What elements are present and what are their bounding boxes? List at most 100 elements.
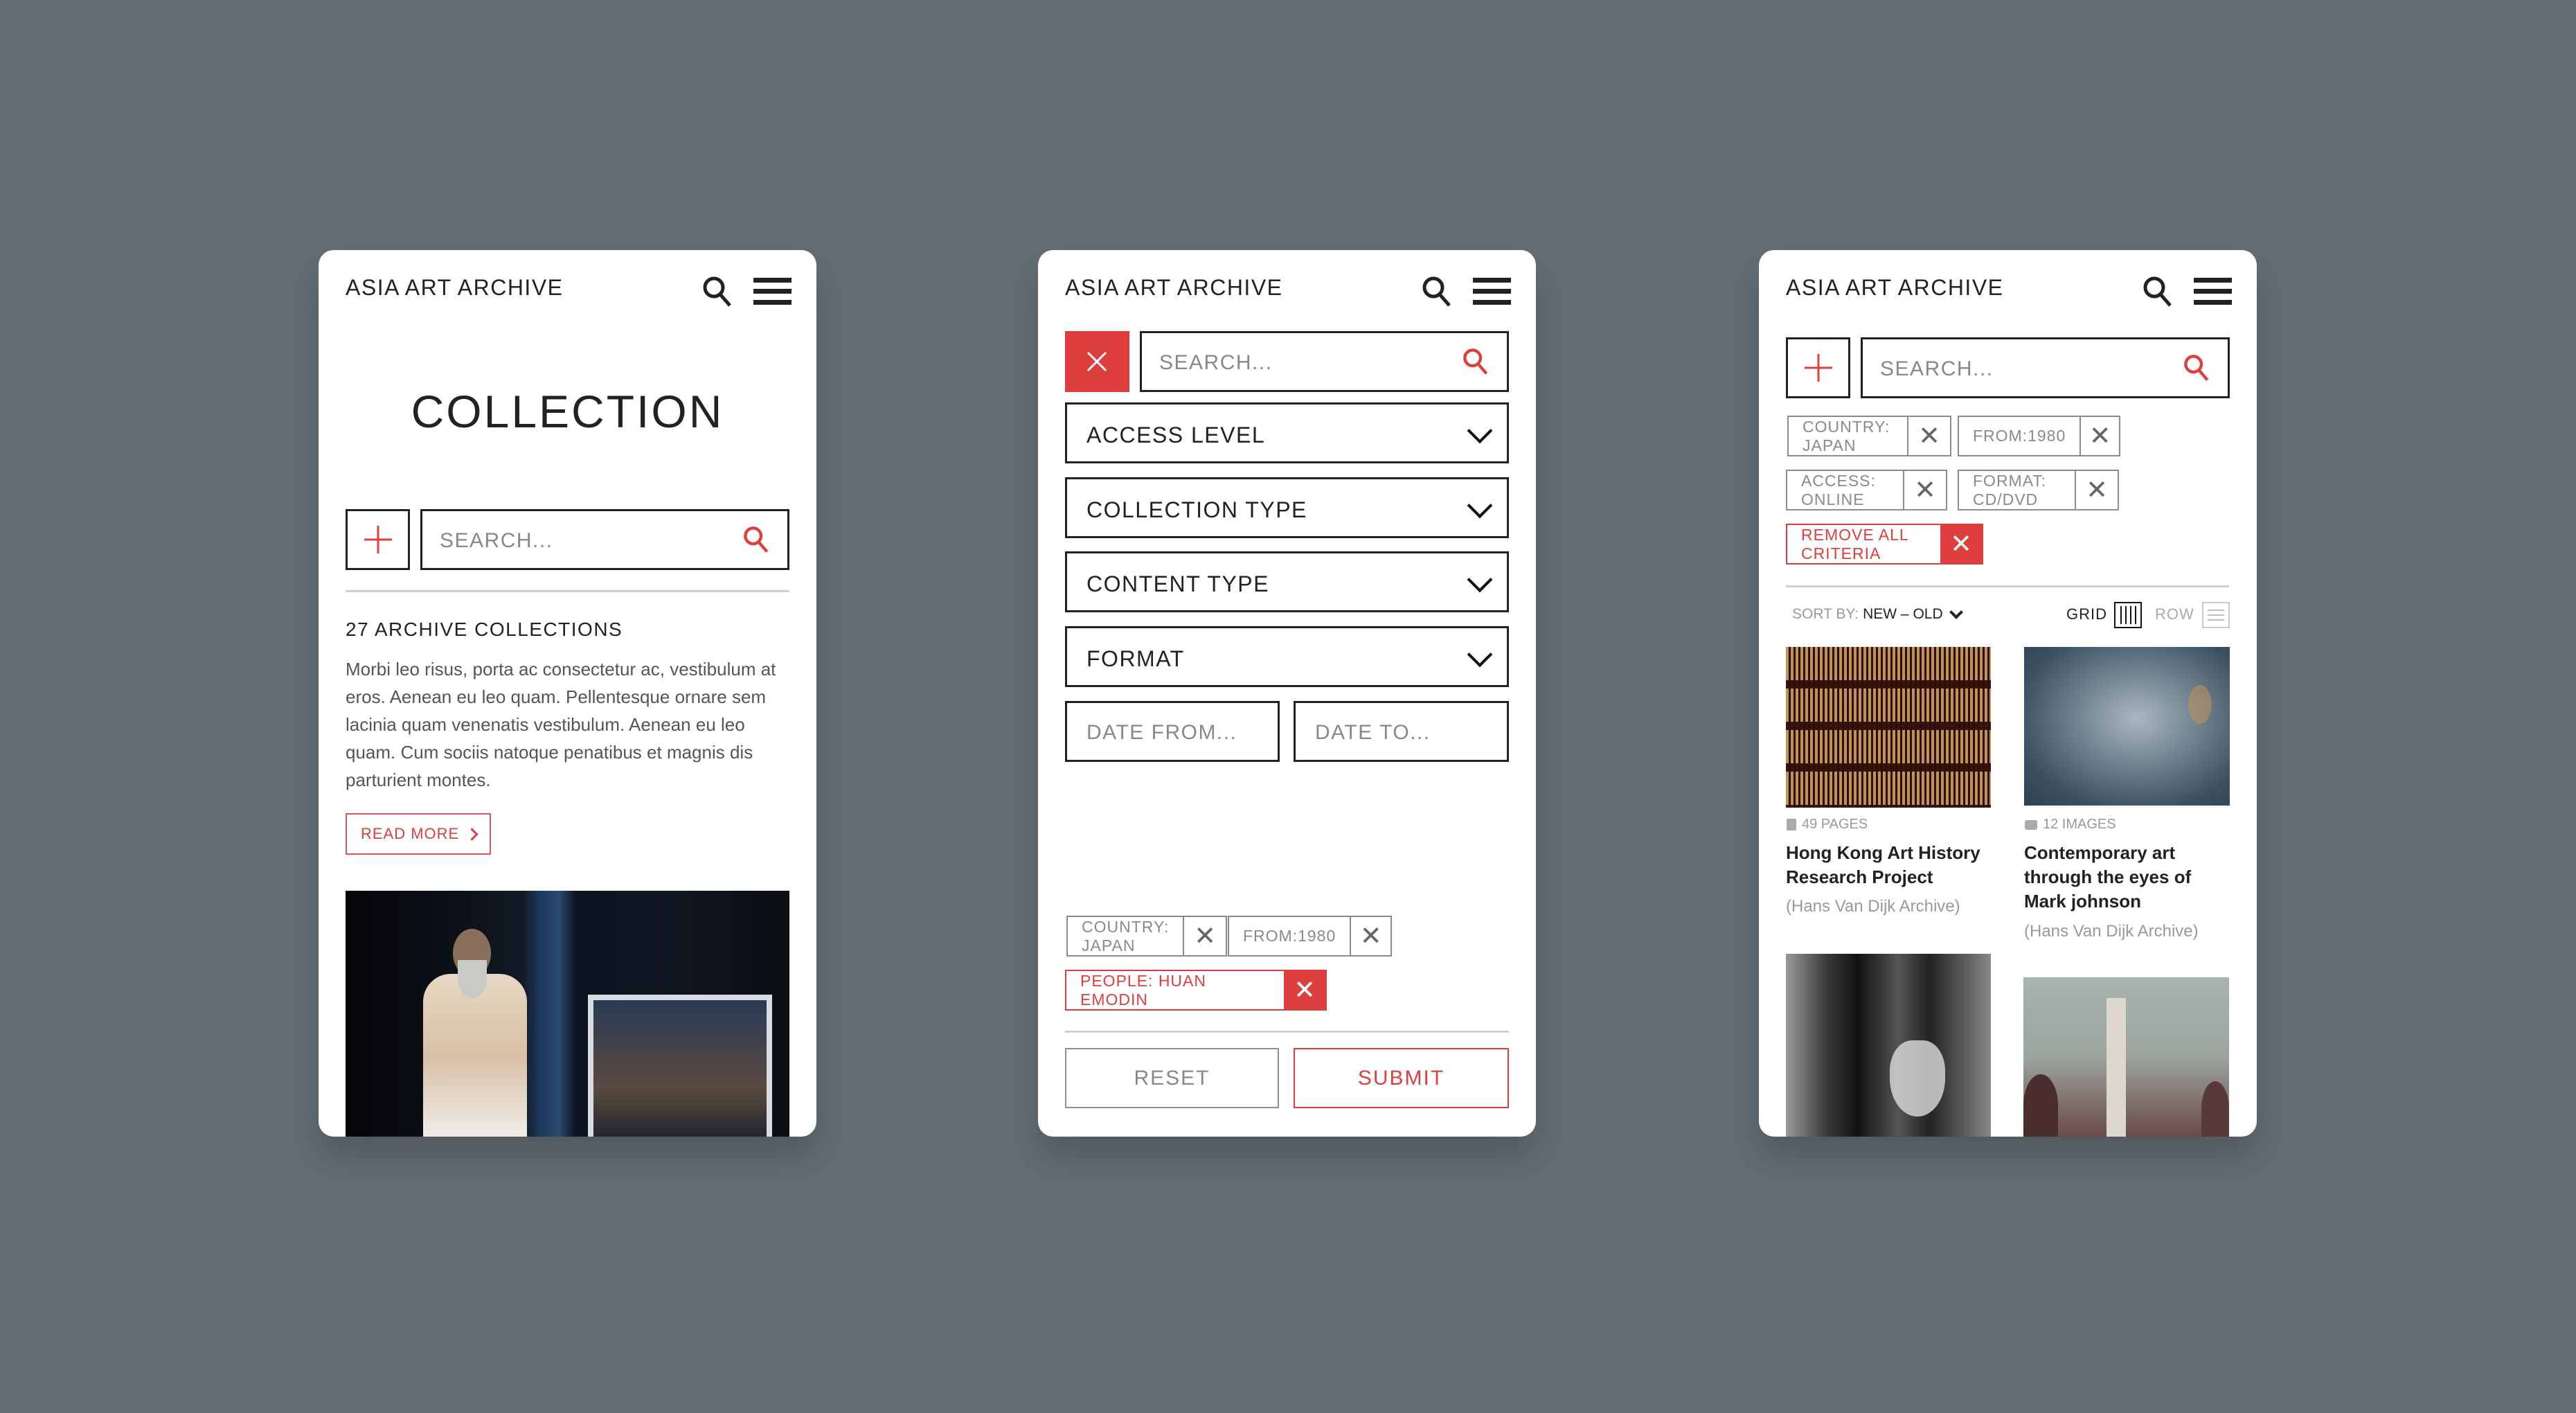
chevron-down-icon: [1467, 418, 1493, 444]
search-input[interactable]: SEARCH...: [1861, 337, 2230, 398]
plus-icon: [364, 526, 392, 553]
filter-tag-label: COUNTRY: JAPAN: [1803, 417, 1890, 454]
collection-description: Morbi leo risus, porta ac consectetur ac…: [346, 659, 776, 790]
read-more-label: READ MORE: [361, 825, 460, 842]
chevron-down-icon: [1949, 605, 1963, 619]
item-photo[interactable]: [2024, 647, 2230, 806]
brand-logo[interactable]: ASIA ART ARCHIVE: [1786, 275, 2004, 301]
select-label: FORMAT: [1086, 646, 1185, 671]
date-to-input[interactable]: DATE TO...: [1294, 701, 1509, 762]
row-view-icon[interactable]: [2202, 602, 2230, 628]
brand-logo[interactable]: ASIA ART ARCHIVE: [346, 275, 564, 301]
filter-tag-label: ACCESS: ONLINE: [1801, 471, 1876, 508]
item-photo[interactable]: [2023, 977, 2229, 1137]
collection-count: 27 ARCHIVE COLLECTIONS: [346, 619, 623, 640]
search-icon[interactable]: [2183, 353, 2210, 383]
format-select[interactable]: FORMAT: [1065, 626, 1509, 687]
access-level-select[interactable]: ACCESS LEVEL: [1065, 402, 1509, 463]
photo-beard: [458, 960, 487, 998]
date-from-input[interactable]: DATE FROM...: [1065, 701, 1280, 762]
item-meta-label: 12 IMAGES: [2043, 817, 2116, 832]
photo-window: [588, 995, 772, 1137]
collection-screen: ASIA ART ARCHIVE COLLECTION SEARCH... 27…: [319, 250, 816, 1137]
remove-tag-button[interactable]: ✕: [2079, 417, 2119, 455]
filter-screen: ASIA ART ARCHIVE SEARCH... ACCESS LEVEL …: [1038, 250, 1536, 1137]
item-photo[interactable]: [1786, 954, 1991, 1137]
remove-tag-button[interactable]: ✕: [1907, 417, 1950, 455]
item-meta: 49 PAGES: [1787, 817, 1868, 833]
item-title[interactable]: Hong Kong Art History Research Project: [1786, 841, 1994, 889]
search-placeholder: SEARCH...: [1880, 357, 1994, 380]
hamburger-menu-icon[interactable]: [1473, 278, 1511, 305]
grid-view-label: GRID: [2066, 605, 2107, 623]
submit-button[interactable]: SUBMIT: [1294, 1048, 1509, 1108]
read-more-button[interactable]: READ MORE: [346, 813, 491, 855]
reset-button[interactable]: RESET: [1065, 1048, 1279, 1108]
remove-tag-button[interactable]: ✕: [1183, 917, 1226, 955]
filter-tag: COUNTRY: JAPAN ✕: [1066, 916, 1227, 957]
search-input[interactable]: SEARCH...: [420, 509, 789, 570]
remove-all-criteria: REMOVE ALL CRITERIA ✕: [1786, 524, 1983, 565]
select-label: ACCESS LEVEL: [1086, 423, 1266, 447]
filter-tag: COUNTRY: JAPAN ✕: [1787, 416, 1951, 456]
filter-tag-label: COUNTRY: JAPAN: [1082, 917, 1170, 954]
add-filter-button[interactable]: [1786, 337, 1850, 398]
hamburger-menu-icon[interactable]: [2194, 278, 2232, 305]
filter-tag: FORMAT: CD/DVD ✕: [1958, 470, 2119, 510]
divider: [1786, 585, 2229, 587]
filter-tag-label: FROM:1980: [1243, 927, 1336, 945]
row-view-label: ROW: [2155, 605, 2194, 623]
results-screen: ASIA ART ARCHIVE SEARCH... COUNTRY: JAPA…: [1759, 250, 2257, 1137]
filter-tag: ACCESS: ONLINE ✕: [1786, 470, 1947, 510]
plus-icon: [1805, 354, 1832, 382]
photo-person: [2023, 1074, 2058, 1137]
collection-type-select[interactable]: COLLECTION TYPE: [1065, 477, 1509, 538]
filter-tag-label: FROM:1980: [1973, 427, 2066, 445]
remove-tag-button[interactable]: ✕: [1350, 917, 1390, 955]
date-to-placeholder: DATE TO...: [1315, 721, 1431, 744]
search-icon[interactable]: [701, 275, 733, 308]
add-filter-button[interactable]: [346, 509, 410, 570]
close-filter-button[interactable]: [1065, 331, 1129, 392]
photo-sculpture: [2107, 998, 2126, 1137]
select-label: COLLECTION TYPE: [1086, 497, 1307, 522]
photo-detail: [2188, 685, 2212, 724]
content-type-select[interactable]: CONTENT TYPE: [1065, 551, 1509, 612]
search-placeholder: SEARCH...: [1159, 351, 1273, 374]
search-placeholder: SEARCH...: [440, 529, 553, 552]
search-icon[interactable]: [1462, 346, 1490, 377]
select-label: CONTENT TYPE: [1086, 571, 1269, 596]
brand-logo[interactable]: ASIA ART ARCHIVE: [1065, 275, 1283, 301]
chevron-down-icon: [1467, 492, 1493, 519]
search-icon[interactable]: [2142, 275, 2174, 308]
search-icon[interactable]: [742, 524, 770, 555]
hamburger-menu-icon[interactable]: [753, 278, 791, 305]
item-title[interactable]: Contemporary art through the eyes of Mar…: [2024, 841, 2232, 914]
date-from-placeholder: DATE FROM...: [1086, 721, 1237, 744]
contact-sheet: [1786, 647, 1991, 808]
divider: [1065, 1031, 1509, 1033]
filter-tag: FROM:1980 ✕: [1958, 416, 2120, 456]
item-photo[interactable]: [1786, 647, 1991, 808]
photo-beard: [1890, 1040, 1945, 1117]
remove-all-label: REMOVE ALL CRITERIA: [1801, 525, 1908, 562]
divider: [346, 590, 789, 592]
page-title: COLLECTION: [411, 386, 724, 437]
remove-all-button[interactable]: ✕: [1940, 525, 1982, 563]
remove-tag-button[interactable]: ✕: [2075, 471, 2118, 509]
grid-view-icon[interactable]: [2114, 602, 2142, 628]
close-icon: [1086, 351, 1107, 372]
filter-tag-label: PEOPLE: HUAN EMODIN: [1080, 971, 1206, 1008]
active-filter-tag: PEOPLE: HUAN EMODIN ✕: [1065, 970, 1327, 1011]
remove-tag-button[interactable]: ✕: [1284, 971, 1325, 1009]
search-icon[interactable]: [1421, 275, 1453, 308]
photo-person: [2201, 1081, 2229, 1137]
search-input[interactable]: SEARCH...: [1140, 331, 1509, 392]
photo-figure: [423, 974, 527, 1137]
item-source: (Hans Van Dijk Archive): [1786, 897, 1960, 916]
item-source: (Hans Van Dijk Archive): [2024, 922, 2199, 941]
sort-dropdown[interactable]: SORT BY: NEW – OLD: [1792, 605, 1963, 623]
item-meta: 12 IMAGES: [2025, 817, 2116, 833]
collection-photo[interactable]: [346, 891, 789, 1137]
remove-tag-button[interactable]: ✕: [1903, 471, 1946, 509]
